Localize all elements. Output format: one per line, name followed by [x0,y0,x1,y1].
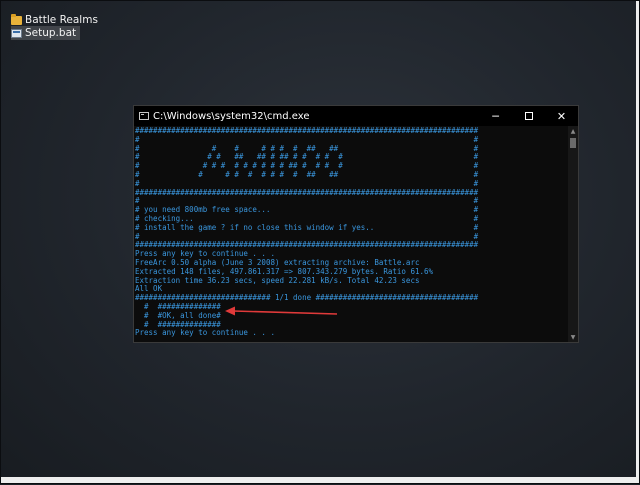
vertical-scrollbar[interactable]: ▲ ▼ [568,126,578,342]
maximize-button[interactable] [512,106,545,126]
minimize-button[interactable]: ─ [479,106,512,126]
desktop-item-setup-bat[interactable]: Setup.bat [11,26,81,40]
screen-frame-bottom [1,477,639,483]
batch-file-icon [11,28,22,38]
maximize-icon [524,112,533,120]
window-titlebar[interactable]: C:\Windows\system32\cmd.exe ─ ✕ [134,106,578,126]
folder-icon [11,13,22,25]
console-app-icon [139,112,149,120]
scroll-thumb[interactable] [570,138,576,148]
close-button[interactable]: ✕ [545,106,578,126]
window-title: C:\Windows\system32\cmd.exe [153,110,310,122]
scroll-up-icon[interactable]: ▲ [568,126,578,136]
close-icon: ✕ [556,109,567,123]
desktop-item-label: Battle Realms [25,14,98,26]
desktop: Battle Realms Setup.bat C:\Windows\syste… [0,0,640,484]
desktop-item-battle-realms[interactable]: Battle Realms [11,13,98,27]
scroll-down-icon[interactable]: ▼ [568,332,578,342]
screen-frame-right [636,1,639,483]
console-line: Extraction time 36.23 secs, speed 22.281… [135,275,420,285]
minimize-icon: ─ [492,109,499,123]
console-output[interactable]: ########################################… [134,126,568,342]
desktop-item-label: Setup.bat [25,27,77,39]
cmd-window[interactable]: C:\Windows\system32\cmd.exe ─ ✕ ########… [133,105,579,343]
console-line: Press any key to continue . . . [135,328,275,338]
